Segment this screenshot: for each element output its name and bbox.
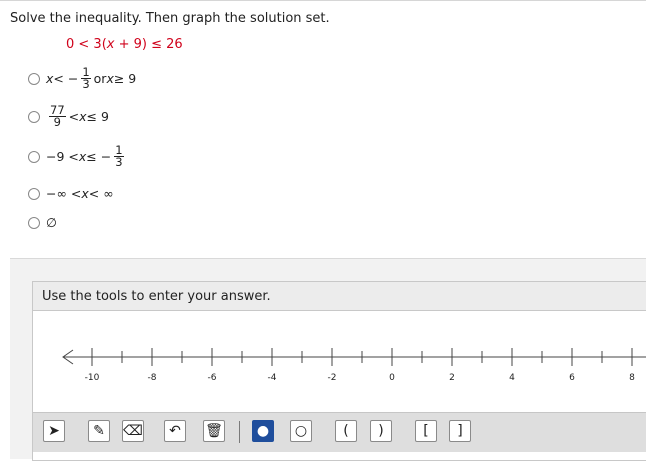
radio-button[interactable] <box>28 72 40 85</box>
choice-text: −∞ < <box>46 186 82 201</box>
closed-interval-left[interactable]: [ <box>415 420 437 442</box>
fraction: 13 <box>81 65 91 91</box>
fraction: 13 <box>114 143 124 169</box>
choice-text: or <box>93 71 107 86</box>
toolbar-divider <box>239 421 240 443</box>
choice-text: < ∞ <box>88 186 114 201</box>
tick-label: -4 <box>268 373 277 383</box>
closed-point-tool[interactable]: ● <box>252 420 274 442</box>
radio-button[interactable] <box>28 187 40 200</box>
choice-text: ≥ 9 <box>113 71 137 86</box>
undo-icon: ↶ <box>169 423 181 439</box>
radio-button[interactable] <box>28 216 40 229</box>
undo-tool[interactable]: ↶ <box>164 420 186 442</box>
radio-button[interactable] <box>28 110 40 123</box>
graph-toolbar: ➤ ✎ ⌫ ↶ 🗑 ● ○ () [] <box>33 412 646 452</box>
tick-label: 0 <box>389 373 395 383</box>
question-prompt: Solve the inequality. Then graph the sol… <box>10 11 330 26</box>
choice-var: x <box>79 109 87 124</box>
top-divider <box>0 0 646 1</box>
choice-text: ≤ − <box>86 149 112 164</box>
closed-interval-right[interactable]: ] <box>449 420 471 442</box>
trash-icon: 🗑 <box>205 423 223 439</box>
choice-5[interactable]: ∅ <box>28 215 57 230</box>
left-paren-icon: ( <box>343 423 349 439</box>
select-tool[interactable]: ➤ <box>43 420 65 442</box>
choice-var: x <box>81 186 89 201</box>
choice-var: x <box>106 71 114 86</box>
left-bracket-icon: [ <box>423 423 429 439</box>
inequality-expression: 0 < 3(x + 9) ≤ 26 <box>66 37 183 52</box>
open-interval-left[interactable]: ( <box>335 420 357 442</box>
eraser-tool[interactable]: ⌫ <box>122 420 144 442</box>
choice-text: < <box>68 109 80 124</box>
tick-label: -8 <box>148 373 157 383</box>
tick-label: -2 <box>328 373 337 383</box>
radio-button[interactable] <box>28 150 40 163</box>
pencil-tool[interactable]: ✎ <box>88 420 110 442</box>
delete-tool[interactable]: 🗑 <box>203 420 225 442</box>
arrow-cursor-icon: ➤ <box>48 423 60 439</box>
right-paren-icon: ) <box>378 423 384 439</box>
filled-circle-icon: ● <box>256 423 270 439</box>
choice-text: ≤ 9 <box>86 109 109 124</box>
pencil-icon: ✎ <box>93 423 105 439</box>
choice-var: x <box>46 71 54 86</box>
tick-label: -6 <box>208 373 217 383</box>
empty-set-symbol: ∅ <box>46 215 57 230</box>
choice-4[interactable]: −∞ < x < ∞ <box>28 186 114 201</box>
fraction: 77 9 <box>49 103 66 129</box>
tick-label: 2 <box>449 373 455 383</box>
right-bracket-icon: ] <box>457 423 463 439</box>
tick-label: 4 <box>509 373 515 383</box>
number-line[interactable]: -10 -8 -6 -4 -2 0 2 4 6 8 <box>33 282 646 412</box>
tick-label: 8 <box>629 373 635 383</box>
open-point-tool[interactable]: ○ <box>290 420 312 442</box>
tick-label: -10 <box>85 373 100 383</box>
open-circle-icon: ○ <box>294 423 308 439</box>
choice-var: x <box>78 149 87 164</box>
eraser-icon: ⌫ <box>123 423 143 439</box>
choice-2[interactable]: 77 9 < x ≤ 9 <box>28 103 109 129</box>
choice-3[interactable]: −9 < x ≤ − 13 <box>28 143 127 169</box>
tick-label: 6 <box>569 373 575 383</box>
choice-1[interactable]: x < − 13 or x ≥ 9 <box>28 65 137 91</box>
choice-text: −9 < <box>46 149 79 164</box>
open-interval-right[interactable]: ) <box>370 420 392 442</box>
choice-text: < − <box>53 71 79 86</box>
